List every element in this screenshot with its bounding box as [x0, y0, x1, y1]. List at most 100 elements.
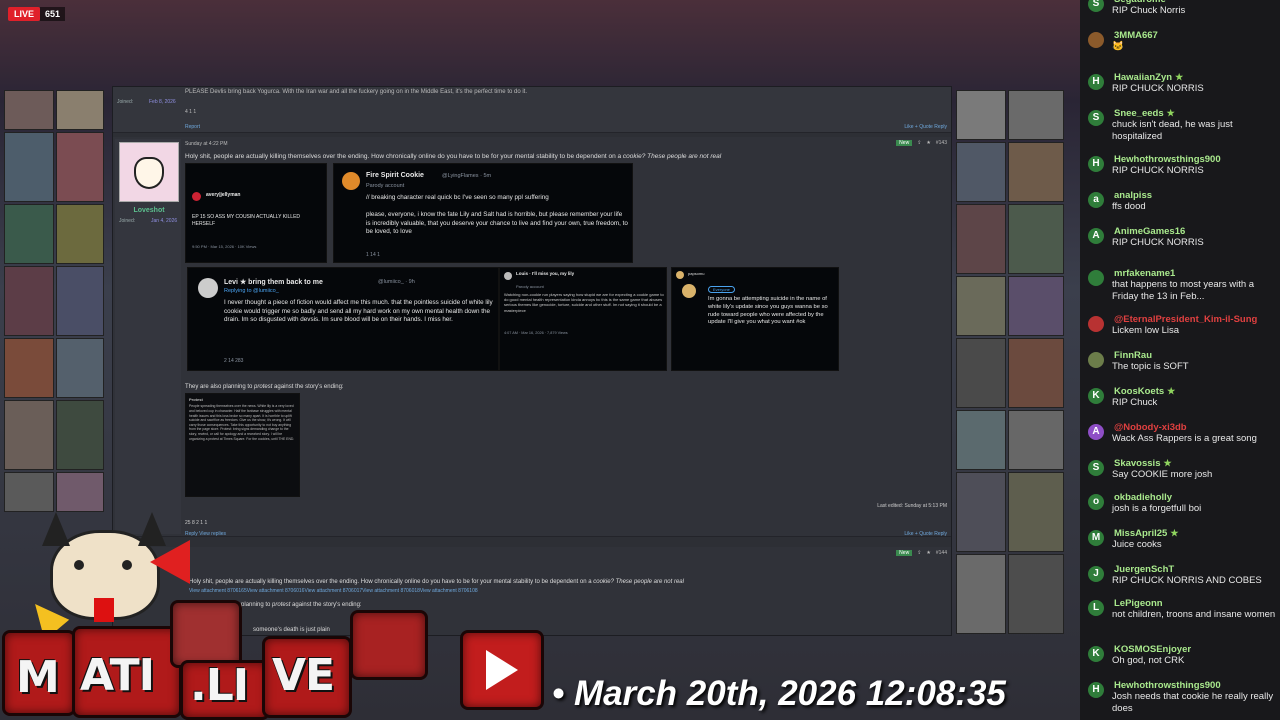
- user-avatar-icon[interactable]: a: [1088, 192, 1104, 208]
- chat-username[interactable]: KOSMOSEnjoyer: [1114, 644, 1191, 655]
- user-avatar-icon[interactable]: M: [1088, 530, 1104, 546]
- embedded-screenshot-a[interactable]: avery|jellyman EP 15 SO ASS MY COUSIN AC…: [185, 163, 327, 263]
- chat-username-text[interactable]: KoosKoets: [1114, 386, 1164, 397]
- chat-username[interactable]: @EternalPresident_Kim-il-Sung: [1114, 314, 1257, 325]
- user-avatar-icon[interactable]: [1088, 270, 1104, 286]
- embed-footer: 4:07 AM · Mar 16, 2026 · 7,879 Views: [504, 331, 568, 335]
- embedded-screenshot-b[interactable]: Fire Spirit Cookie @LyingFlames · 5m Par…: [333, 163, 633, 263]
- chat-message-text: 🐱: [1112, 41, 1124, 52]
- embedded-screenshot-c[interactable]: Levi ★ bring them back to me @lumiico_ ·…: [187, 267, 499, 371]
- chat-username-text[interactable]: FinnRau: [1114, 350, 1152, 361]
- chat-username[interactable]: @Nobody-xi3db: [1114, 422, 1187, 433]
- bookmark-icon[interactable]: ★: [926, 140, 930, 146]
- embed-body: // breaking character real quick bc I've…: [366, 194, 628, 235]
- user-avatar-icon[interactable]: H: [1088, 682, 1104, 698]
- chat-username[interactable]: FinnRau: [1114, 350, 1152, 361]
- chat-message-text: josh is a forgetfull boi: [1112, 503, 1202, 514]
- previous-post-text: PLEASE Devlis bring back Yogurca. With t…: [185, 89, 527, 95]
- star-icon: ★: [1167, 386, 1176, 396]
- new-badge: New: [896, 550, 913, 556]
- chat-username[interactable]: okbadieholly: [1114, 492, 1172, 503]
- chat-message-text: RIP Chuck Norris: [1112, 5, 1186, 16]
- chat-username[interactable]: KoosKoets ★: [1114, 386, 1175, 397]
- user-avatar-icon[interactable]: S: [1088, 110, 1104, 126]
- chat-username-text[interactable]: mrfakename1: [1114, 268, 1175, 279]
- username[interactable]: Loveshot: [119, 207, 179, 214]
- star-icon: ★: [1163, 458, 1172, 468]
- share-icon[interactable]: ⇪: [917, 550, 921, 556]
- embed-avatar-large: [682, 284, 696, 298]
- logo-tv-sad: [350, 610, 428, 680]
- post-number[interactable]: #143: [936, 140, 947, 146]
- chat-username-text[interactable]: HawaiianZyn: [1114, 72, 1172, 83]
- user-avatar-icon[interactable]: K: [1088, 646, 1104, 662]
- post-actions[interactable]: Like + Quote Reply: [904, 531, 947, 537]
- chat-username[interactable]: Hewhothrowsthings900: [1114, 154, 1221, 165]
- chat-username-text[interactable]: @EternalPresident_Kim-il-Sung: [1114, 314, 1257, 325]
- chat-username-text[interactable]: @Nobody-xi3db: [1114, 422, 1187, 433]
- chat-username[interactable]: MissApril25 ★: [1114, 528, 1178, 539]
- chat-username-text[interactable]: Hewhothrowsthings900: [1114, 154, 1221, 165]
- embed-body: Watching non-cookie run players saying h…: [504, 292, 664, 313]
- post-actions[interactable]: Like + Quote Reply: [904, 124, 947, 130]
- chat-username-text[interactable]: LePigeonn: [1114, 598, 1163, 609]
- chat-username[interactable]: analpiss: [1114, 190, 1152, 201]
- protest-note: They are also planning to protest agains…: [185, 384, 344, 390]
- user-avatar-icon[interactable]: J: [1088, 566, 1104, 582]
- chat-username[interactable]: Hewhothrowsthings900: [1114, 680, 1221, 691]
- embed-body: EP 15 SO ASS MY COUSIN ACTUALLY KILLED H…: [192, 214, 301, 227]
- report-link[interactable]: Report: [185, 124, 200, 130]
- chat-username[interactable]: Skavossis ★: [1114, 458, 1172, 469]
- chat-username-text[interactable]: Hewhothrowsthings900: [1114, 680, 1221, 691]
- user-avatar-icon[interactable]: L: [1088, 600, 1104, 616]
- bookmark-icon[interactable]: ★: [926, 550, 930, 556]
- stream-logo-overlay: M ATI .LI VE: [0, 500, 560, 720]
- chat-username[interactable]: 3MMA667: [1114, 30, 1158, 41]
- chat-username-text[interactable]: 3MMA667: [1114, 30, 1158, 41]
- user-avatar-icon[interactable]: o: [1088, 494, 1104, 510]
- user-avatar-icon[interactable]: H: [1088, 156, 1104, 172]
- user-avatar-icon[interactable]: [1088, 316, 1104, 332]
- user-avatar-icon[interactable]: [1088, 352, 1104, 368]
- embedded-screenshot-e[interactable]: papsomu Everyone Im gonna be attempting …: [671, 267, 839, 371]
- embed-stats: 1 14 1: [366, 252, 380, 258]
- user-avatar-icon[interactable]: [1088, 32, 1104, 48]
- logo-tv-monkey: [170, 600, 242, 668]
- chat-username-text[interactable]: AnimeGames16: [1114, 226, 1185, 237]
- embedded-screenshot-d[interactable]: Louis · I'll miss you, my lily Parody ac…: [499, 267, 667, 371]
- post-body: Holy shit, people are actually killing t…: [185, 153, 721, 160]
- chat-username[interactable]: Snee_eeds ★: [1114, 108, 1175, 119]
- post-body-text: Holy shit, people are actually killing t…: [185, 153, 623, 160]
- new-badge: New: [896, 140, 913, 146]
- joined-label: Joined:: [117, 99, 134, 105]
- avatar[interactable]: [119, 142, 179, 202]
- protest-document-image[interactable]: Protest People spreading themselves over…: [185, 393, 300, 497]
- chat-username-text[interactable]: analpiss: [1114, 190, 1152, 201]
- doc-title: Protest: [189, 397, 203, 402]
- user-avatar-icon[interactable]: K: [1088, 388, 1104, 404]
- user-avatar-icon[interactable]: H: [1088, 74, 1104, 90]
- star-icon: ★: [1170, 528, 1179, 538]
- user-avatar-icon[interactable]: S: [1088, 0, 1104, 12]
- user-avatar-icon[interactable]: A: [1088, 228, 1104, 244]
- chat-username[interactable]: mrfakename1: [1114, 268, 1175, 279]
- chat-username-text[interactable]: JuergenSchT: [1114, 564, 1174, 575]
- user-avatar-icon[interactable]: A: [1088, 424, 1104, 440]
- chat-username-text[interactable]: Snee_eeds: [1114, 108, 1164, 119]
- chat-username-text[interactable]: Skavossis: [1114, 458, 1160, 469]
- next-post-emphasis: cookie? These people are not real: [593, 579, 684, 585]
- chat-username[interactable]: LePigeonn: [1114, 598, 1163, 609]
- embed-avatar: [342, 172, 360, 190]
- chat-username-text[interactable]: okbadieholly: [1114, 492, 1172, 503]
- chat-username[interactable]: HawaiianZyn ★: [1114, 72, 1183, 83]
- chat-username-text[interactable]: KOSMOSEnjoyer: [1114, 644, 1191, 655]
- user-avatar-icon[interactable]: S: [1088, 460, 1104, 476]
- chat-username[interactable]: AnimeGames16: [1114, 226, 1185, 237]
- share-icon[interactable]: ⇪: [917, 140, 921, 146]
- post-date[interactable]: Sunday at 4:22 PM: [185, 141, 228, 147]
- chat-username-text[interactable]: MissApril25: [1114, 528, 1167, 539]
- reaction-summary[interactable]: 4 1 1: [185, 109, 196, 115]
- chat-username[interactable]: JuergenSchT: [1114, 564, 1174, 575]
- red-arrow-icon: [150, 540, 190, 584]
- post-number[interactable]: #144: [936, 550, 947, 556]
